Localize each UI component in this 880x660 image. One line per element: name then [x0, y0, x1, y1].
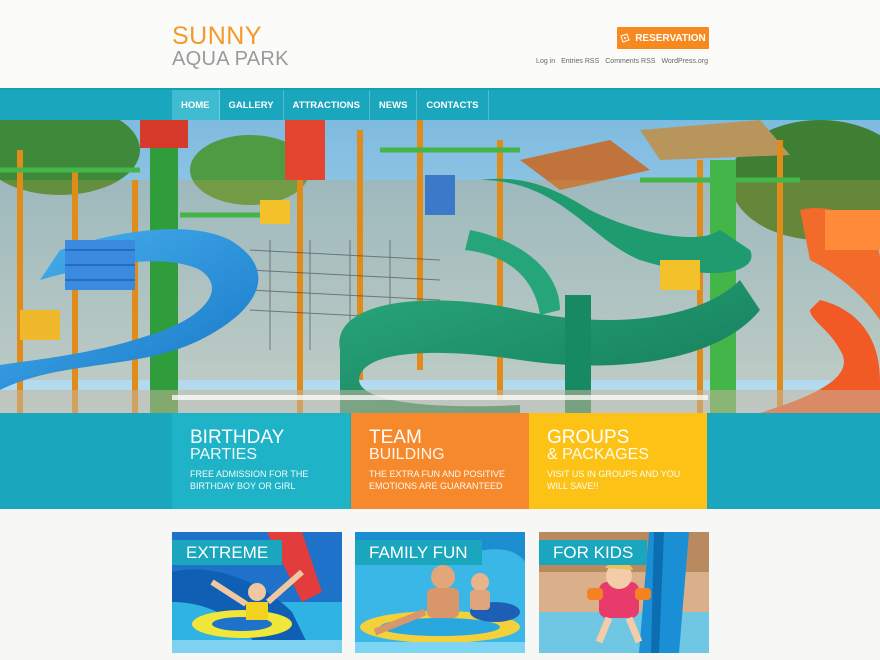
slider-progress-bar[interactable] — [172, 395, 708, 400]
feature-description: VISIT US IN GROUPS AND YOU WILL SAVE!! — [547, 469, 681, 491]
meta-links: Log in Entries RSS Comments RSS WordPres… — [536, 58, 708, 65]
feature-description: THE EXTRA FUN AND POSITIVE EMOTIONS ARE … — [369, 469, 506, 491]
nav-home[interactable]: HOME — [172, 90, 220, 120]
site-header: SUNNY AQUA PARK RESERVATION Log in Entri… — [0, 0, 880, 88]
site-logo[interactable]: SUNNY AQUA PARK — [172, 22, 289, 70]
reservation-label: RESERVATION — [635, 32, 706, 44]
thumb-label: FOR KIDS — [539, 540, 648, 565]
feature-groups-packages[interactable]: GROUPS & PACKAGES VISIT US IN GROUPS AND… — [529, 413, 707, 509]
feature-title: TEAM — [369, 427, 422, 448]
thumb-family-fun[interactable]: FAMILY FUN — [355, 532, 525, 653]
feature-birthday-parties[interactable]: BIRTHDAY PARTIES FREE ADMISSION FOR THE … — [172, 413, 350, 509]
feature-subtitle: BUILDING — [369, 446, 445, 463]
feature-description: FREE ADMISSION FOR THE BIRTHDAY BOY OR G… — [190, 469, 309, 491]
main-nav: HOME GALLERY ATTRACTIONS NEWS CONTACTS — [172, 90, 489, 120]
nav-contacts[interactable]: CONTACTS — [417, 90, 489, 120]
feature-title: GROUPS — [547, 427, 630, 448]
reservation-button[interactable]: RESERVATION — [617, 27, 709, 49]
nav-attractions[interactable]: ATTRACTIONS — [284, 90, 370, 120]
comments-rss-link[interactable]: Comments RSS — [605, 58, 655, 65]
hero-slider[interactable] — [0, 120, 880, 413]
feature-title: BIRTHDAY — [190, 427, 285, 448]
wordpress-link[interactable]: WordPress.org — [661, 58, 708, 65]
logo-subtitle: AQUA PARK — [172, 48, 289, 70]
thumb-label: EXTREME — [172, 540, 283, 565]
nav-news[interactable]: NEWS — [370, 90, 418, 120]
main-navbar: HOME GALLERY ATTRACTIONS NEWS CONTACTS — [0, 88, 880, 120]
thumb-extreme[interactable]: EXTREME — [172, 532, 342, 653]
nav-gallery[interactable]: GALLERY — [220, 90, 284, 120]
login-link[interactable]: Log in — [536, 58, 555, 65]
thumb-for-kids[interactable]: FOR KIDS — [539, 532, 709, 653]
feature-team-building[interactable]: TEAM BUILDING THE EXTRA FUN AND POSITIVE… — [351, 413, 529, 509]
ticket-icon — [620, 33, 630, 43]
logo-title: SUNNY — [172, 22, 263, 50]
feature-strip: BIRTHDAY PARTIES FREE ADMISSION FOR THE … — [0, 413, 880, 509]
thumb-label: FAMILY FUN — [355, 540, 482, 565]
hero-image — [0, 120, 880, 413]
feature-subtitle: PARTIES — [190, 446, 257, 463]
entries-rss-link[interactable]: Entries RSS — [561, 58, 599, 65]
feature-subtitle: & PACKAGES — [547, 446, 649, 463]
